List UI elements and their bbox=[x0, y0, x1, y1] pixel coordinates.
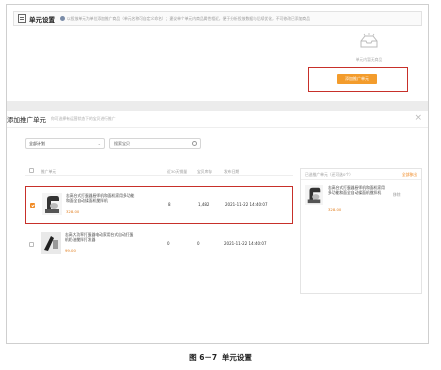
add-unit-modal: 添加推广单元 你可选择有运营状态下的宝贝进行推广 × 全部计划 ⌄ 搜索宝贝 推… bbox=[7, 111, 428, 343]
screenshot-frame: 单元设置 以投放单元为单位添加推广商品（单元名称可自定义命名）；建议单个单元内商… bbox=[6, 4, 429, 344]
selected-panel-title: 已选推广单元（还可选0个） bbox=[305, 172, 353, 177]
figure-number: 图 6－7 bbox=[189, 353, 218, 362]
unit-settings-bar: 单元设置 以投放单元为单位添加推广商品（单元名称可自定义命名）；建议单个单元内商… bbox=[13, 11, 422, 26]
document-icon bbox=[18, 14, 26, 23]
product-date: 2021-11-22 14:40:07 bbox=[224, 241, 267, 246]
product-sales: 8 bbox=[168, 202, 171, 207]
product-thumbnail bbox=[42, 193, 62, 215]
selected-item-name: 志高台式打蛋器厨师机和面机家用多功能和面全自动揉面机搅拌机 bbox=[328, 185, 385, 195]
modal-title: 添加推广单元 bbox=[7, 116, 46, 124]
product-price: 99.00 bbox=[65, 248, 76, 253]
product-table: 推广单元 近30天销量 宝贝库存 发布日期 志高台式打蛋器厨师机和面机家用多功能… bbox=[25, 166, 293, 254]
product-name: 志高台式打蛋器厨师机和面机家用多功能和面全自动揉面机搅拌机 bbox=[66, 193, 135, 203]
product-stock: 1,482 bbox=[198, 202, 210, 207]
unit-settings-section: 单元设置 以投放单元为单位添加推广商品（单元名称可自定义命名）；建议单个单元内商… bbox=[7, 5, 428, 100]
selected-units-panel: 已选推广单元（还可选0个） 全部移出 志高台式打蛋器厨师机和面机家用多功能和面全… bbox=[300, 168, 422, 294]
selected-item-price: 328.00 bbox=[328, 207, 342, 212]
filter-controls: 全部计划 ⌄ 搜索宝贝 bbox=[25, 138, 201, 149]
table-row[interactable]: 志高大功率打蛋器电动家用台式自动打蛋机奶油搅拌打发器 99.00 0 0 202… bbox=[25, 226, 293, 264]
add-unit-highlight: 添加推广单元 bbox=[308, 67, 408, 92]
info-icon bbox=[60, 16, 65, 21]
select-all-checkbox[interactable] bbox=[29, 168, 34, 173]
add-unit-button[interactable]: 添加推广单元 bbox=[337, 74, 377, 84]
unit-settings-title: 单元设置 bbox=[29, 15, 55, 24]
overlay-gap bbox=[7, 101, 428, 111]
selected-item: 志高台式打蛋器厨师机和面机家用多功能和面全自动揉面机搅拌机 328.00 移除 bbox=[305, 185, 419, 212]
unit-settings-tip: 以投放单元为单位添加推广商品（单元名称可自定义命名）；建议单个单元内商品属性相近… bbox=[67, 15, 310, 21]
search-placeholder: 搜索宝贝 bbox=[114, 141, 130, 146]
row-checkbox[interactable] bbox=[29, 242, 34, 247]
remove-item-link[interactable]: 移除 bbox=[393, 192, 401, 198]
empty-text: 单元内暂无商品 bbox=[355, 57, 383, 62]
search-input[interactable]: 搜索宝贝 bbox=[109, 138, 201, 149]
figure-title: 单元设置 bbox=[221, 353, 252, 362]
figure-caption: 图 6－7 单元设置 bbox=[0, 352, 441, 363]
col-date: 发布日期 bbox=[224, 169, 240, 174]
search-icon[interactable] bbox=[192, 141, 197, 146]
product-name: 志高大功率打蛋器电动家用台式自动打蛋机奶油搅拌打发器 bbox=[65, 232, 134, 242]
remove-all-link[interactable]: 全部移出 bbox=[402, 172, 417, 178]
col-sales: 近30天销量 bbox=[167, 169, 188, 174]
table-row[interactable]: 志高台式打蛋器厨师机和面机家用多功能和面全自动揉面机搅拌机 328.00 8 1… bbox=[25, 186, 293, 224]
modal-header: 添加推广单元 你可选择有运营状态下的宝贝进行推广 × bbox=[7, 111, 428, 128]
product-sales: 0 bbox=[167, 241, 170, 246]
col-stock: 宝贝库存 bbox=[197, 169, 213, 174]
modal-tip: 你可选择有运营状态下的宝贝进行推广 bbox=[51, 116, 116, 121]
product-date: 2021-11-22 14:40:07 bbox=[225, 202, 268, 207]
selected-thumbnail bbox=[305, 185, 323, 205]
product-thumbnail bbox=[41, 232, 61, 254]
table-header: 推广单元 近30天销量 宝贝库存 发布日期 bbox=[25, 166, 293, 176]
product-price: 328.00 bbox=[66, 209, 80, 214]
empty-box-icon bbox=[349, 33, 389, 48]
chevron-down-icon: ⌄ bbox=[97, 141, 101, 146]
close-icon[interactable]: × bbox=[414, 113, 422, 123]
plan-select[interactable]: 全部计划 ⌄ bbox=[25, 138, 105, 149]
plan-select-value: 全部计划 bbox=[29, 141, 45, 146]
product-stock: 0 bbox=[197, 241, 200, 246]
col-product: 推广单元 bbox=[41, 169, 57, 174]
row-checkbox[interactable] bbox=[30, 203, 35, 208]
selected-panel-header: 已选推广单元（还可选0个） 全部移出 bbox=[301, 169, 421, 180]
